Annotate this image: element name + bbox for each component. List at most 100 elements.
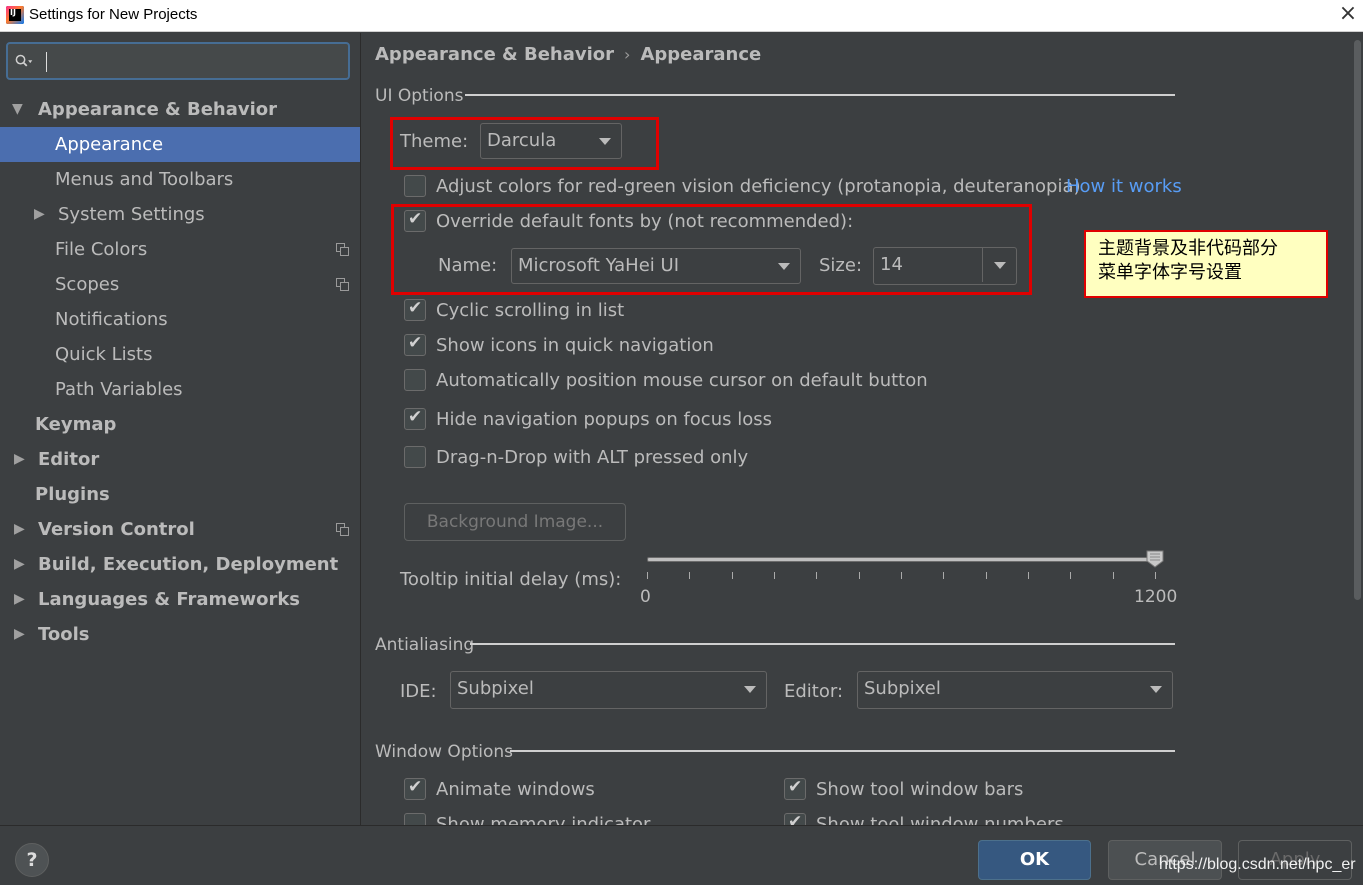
ok-button[interactable]: OK	[978, 840, 1091, 880]
hide-popups-checkbox[interactable]	[404, 407, 426, 430]
ide-antialiasing-select[interactable]: Subpixel	[450, 671, 767, 709]
cyclic-scrolling-label: Cyclic scrolling in list	[436, 300, 625, 321]
sidebar-item-label: Scopes	[55, 274, 120, 295]
editor-antialiasing-value: Subpixel	[864, 678, 941, 699]
slider-tick	[816, 572, 818, 579]
sidebar-item-notifications[interactable]: Notifications	[0, 302, 360, 337]
close-window-button[interactable]: ×	[1336, 2, 1360, 28]
animate-windows-label: Animate windows	[436, 779, 595, 800]
watermark-text: https://blog.csdn.net/hpc_er	[1159, 856, 1356, 873]
sidebar-item-label: Appearance & Behavior	[38, 99, 278, 120]
sidebar-item-label: System Settings	[58, 204, 205, 225]
slider-tick	[901, 572, 902, 579]
section-divider	[510, 750, 1175, 752]
collapse-arrow-icon: ▶	[14, 591, 25, 607]
sidebar-item-scopes[interactable]: Scopes	[0, 267, 360, 302]
editor-antialiasing-label: Editor:	[784, 681, 844, 702]
sidebar-item-label: Path Variables	[55, 379, 183, 400]
settings-content: Appearance & Behavior › Appearance UI Opti…	[362, 33, 1363, 835]
sidebar-item-label: Version Control	[38, 519, 195, 540]
how-it-works-link[interactable]: How it works	[1066, 176, 1182, 197]
slider-tick	[1112, 572, 1114, 579]
sidebar-item-label: Quick Lists	[55, 344, 153, 365]
copy-icon	[336, 523, 349, 536]
section-divider	[470, 643, 1175, 645]
breadcrumb-separator-icon: ›	[624, 45, 631, 64]
show-tool-window-bars-checkbox[interactable]	[784, 777, 806, 800]
sidebar-item-label: Keymap	[35, 414, 117, 435]
highlight-box-theme	[390, 117, 659, 170]
animate-windows-checkbox[interactable]	[404, 777, 426, 800]
slider-tick	[689, 572, 691, 579]
show-tool-window-bars-label: Show tool window bars	[816, 779, 1024, 800]
slider-tick	[943, 572, 945, 579]
sidebar-item-label: Editor	[38, 449, 100, 470]
settings-search-input[interactable]	[6, 42, 350, 80]
sidebar-item-editor[interactable]: ▶ Editor	[0, 442, 360, 477]
drag-n-drop-label: Drag-n-Drop with ALT pressed only	[436, 447, 749, 468]
callout-text-line1: 主题背景及非代码部分	[1098, 238, 1278, 259]
tooltip-min-label: 0	[640, 587, 651, 607]
sidebar-item-system-settings[interactable]: ▶ System Settings	[0, 197, 360, 232]
sidebar-item-path-variables[interactable]: Path Variables	[0, 372, 360, 407]
section-title-antialiasing: Antialiasing	[375, 635, 475, 655]
section-title-ui-options: UI Options	[375, 86, 464, 106]
slider-tick	[774, 572, 775, 579]
copy-icon	[336, 243, 349, 256]
slider-tick	[1028, 572, 1029, 579]
dialog-button-bar: ? OK Cancel Apply https://blog.csdn.net/…	[0, 825, 1363, 885]
sidebar-item-keymap[interactable]: Keymap	[0, 407, 360, 442]
ide-antialiasing-value: Subpixel	[457, 678, 534, 699]
expand-arrow-icon: ▼	[12, 101, 23, 117]
cyclic-scrolling-checkbox[interactable]	[404, 298, 426, 321]
breadcrumb-parent[interactable]: Appearance & Behavior	[375, 44, 614, 65]
tooltip-delay-label: Tooltip initial delay (ms):	[400, 569, 622, 590]
auto-position-checkbox[interactable]	[404, 369, 426, 391]
adjust-colors-label: Adjust colors for red-green vision defic…	[436, 176, 1081, 197]
background-image-button[interactable]: Background Image...	[404, 503, 626, 541]
sidebar-item-appearance[interactable]: Appearance	[0, 127, 360, 162]
slider-thumb-icon[interactable]	[1146, 550, 1164, 568]
sidebar-item-quick-lists[interactable]: Quick Lists	[0, 337, 360, 372]
highlight-box-fonts	[391, 204, 1032, 295]
annotation-callout: 主题背景及非代码部分 菜单字体字号设置	[1084, 230, 1328, 298]
text-caret	[46, 52, 47, 72]
drag-n-drop-checkbox[interactable]	[404, 446, 426, 468]
breadcrumb-current: Appearance	[640, 44, 762, 65]
copy-icon	[336, 278, 349, 291]
sidebar-item-label: Build, Execution, Deployment	[38, 554, 339, 575]
auto-position-label: Automatically position mouse cursor on d…	[436, 370, 928, 391]
slider-tick	[858, 572, 860, 579]
sidebar-item-file-colors[interactable]: File Colors	[0, 232, 360, 267]
tooltip-max-label: 1200	[1134, 587, 1178, 607]
sidebar-item-build-execution[interactable]: ▶ Build, Execution, Deployment	[0, 547, 360, 582]
hide-popups-label: Hide navigation popups on focus loss	[436, 409, 772, 430]
sidebar-item-appearance-behavior[interactable]: ▼ Appearance & Behavior	[0, 92, 360, 127]
search-icon	[15, 54, 33, 67]
sidebar-item-tools[interactable]: ▶ Tools	[0, 617, 360, 652]
title-bar: IJ Settings for New Projects ×	[0, 0, 1363, 32]
collapse-arrow-icon: ▶	[34, 206, 45, 222]
sidebar-item-menus-toolbars[interactable]: Menus and Toolbars	[0, 162, 360, 197]
editor-antialiasing-select[interactable]: Subpixel	[857, 671, 1173, 709]
callout-text-line2: 菜单字体字号设置	[1098, 262, 1242, 283]
sidebar-item-plugins[interactable]: Plugins	[0, 477, 360, 512]
collapse-arrow-icon: ▶	[14, 626, 25, 642]
collapse-arrow-icon: ▶	[14, 521, 25, 537]
sidebar-item-version-control[interactable]: ▶ Version Control	[0, 512, 360, 547]
show-icons-checkbox[interactable]	[404, 333, 426, 356]
window-title: Settings for New Projects	[29, 6, 198, 23]
dropdown-arrow-icon	[744, 686, 756, 693]
slider-tick	[1155, 572, 1156, 579]
section-title-window-options: Window Options	[375, 742, 514, 762]
vertical-scrollbar[interactable]	[1354, 40, 1361, 600]
ide-antialiasing-label: IDE:	[400, 681, 437, 702]
collapse-arrow-icon: ▶	[14, 451, 25, 467]
tooltip-delay-slider[interactable]	[647, 557, 1155, 562]
sidebar-item-languages-frameworks[interactable]: ▶ Languages & Frameworks	[0, 582, 360, 617]
sidebar-item-label: Plugins	[35, 484, 110, 505]
sidebar-item-label: Notifications	[55, 309, 168, 330]
help-button[interactable]: ?	[15, 843, 49, 877]
sidebar-item-label: Appearance	[55, 134, 164, 155]
adjust-colors-checkbox[interactable]	[404, 175, 426, 197]
